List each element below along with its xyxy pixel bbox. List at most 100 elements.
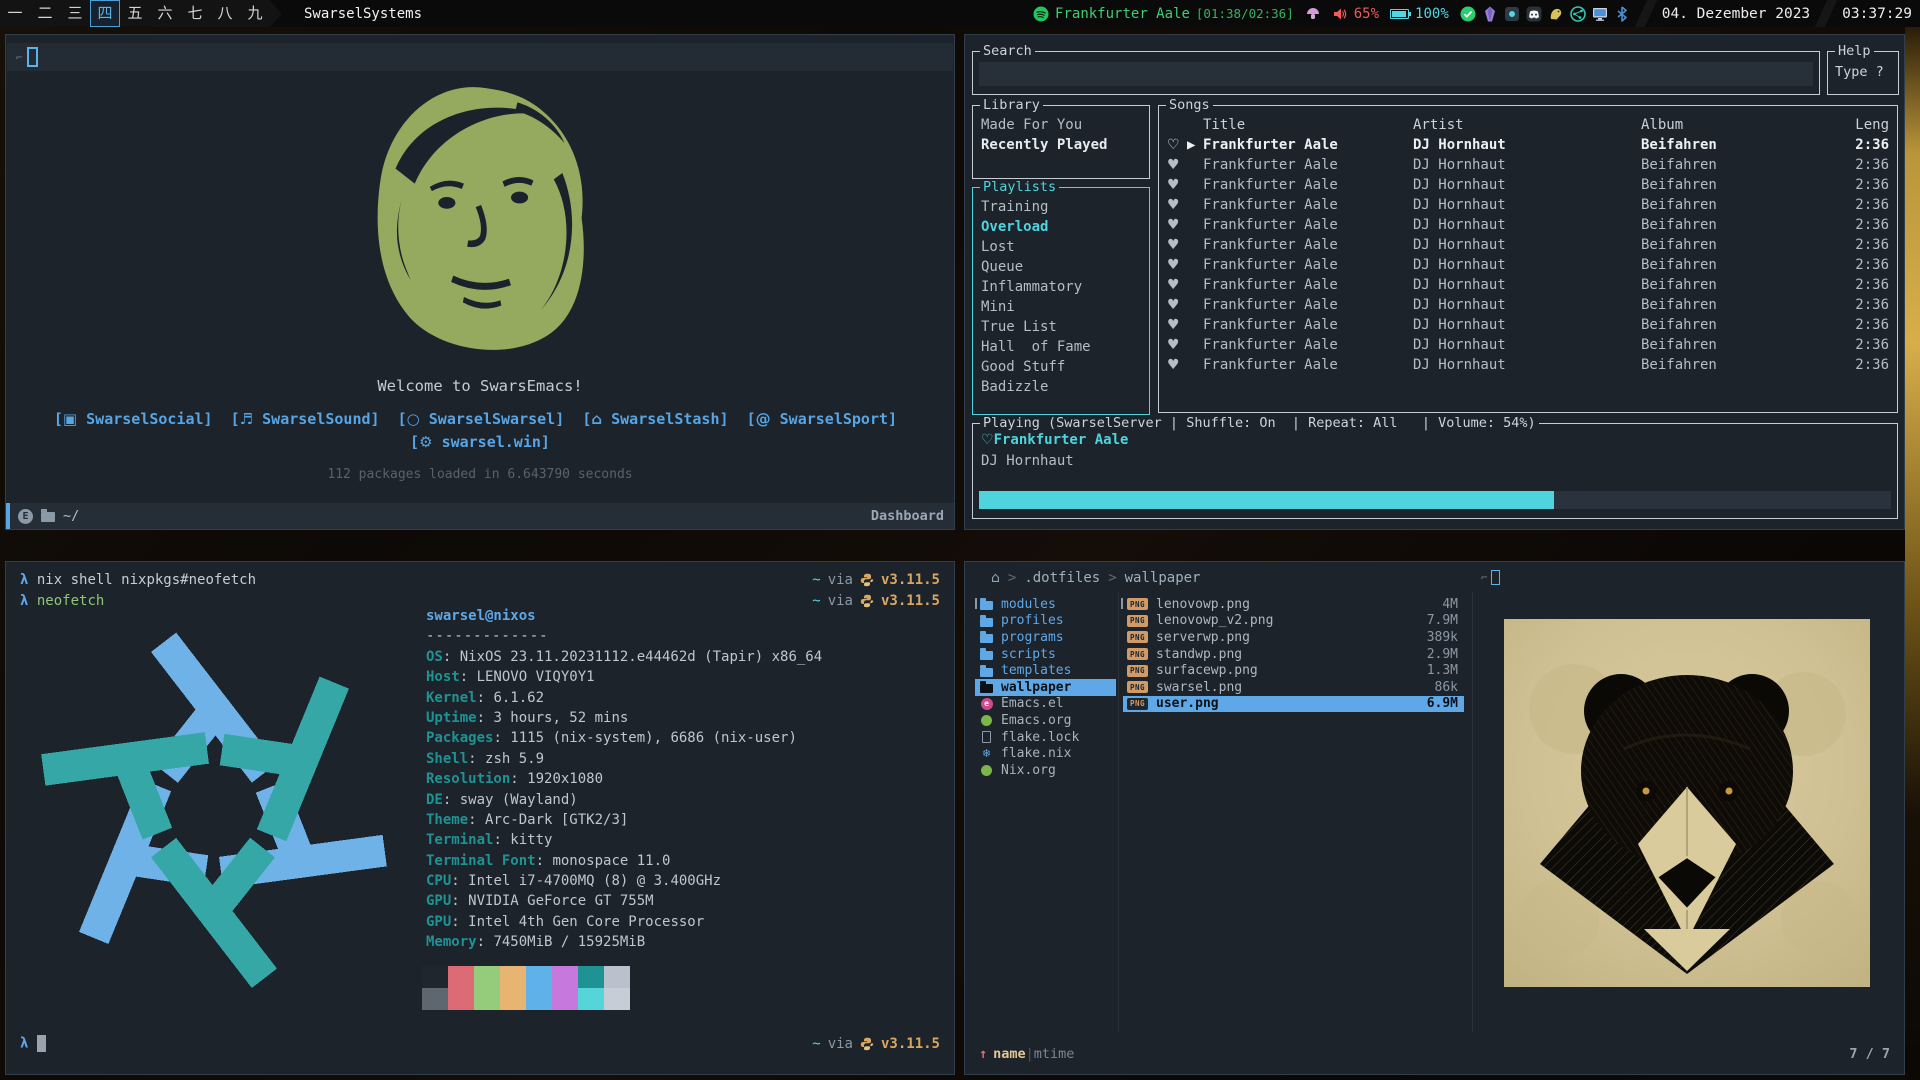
workspace-button[interactable]: 九 xyxy=(240,0,270,27)
emacs-window[interactable]: ⌐ Welcome to SwarsEmacs! [▣ SwarselSocia… xyxy=(5,34,955,530)
home-icon[interactable]: ⌂ xyxy=(991,570,1000,586)
syncthing-tray-icon[interactable] xyxy=(1570,6,1586,22)
battery-widget[interactable]: 100% xyxy=(1390,6,1449,22)
workspace-button[interactable]: 二 xyxy=(30,0,60,27)
directory-entry[interactable]: wallpaper xyxy=(975,679,1116,696)
workspace-button[interactable]: 八 xyxy=(210,0,240,27)
heart-icon[interactable]: ♥ xyxy=(1167,177,1187,193)
playlist-item[interactable]: Inflammatory xyxy=(981,277,1145,297)
file-entry[interactable]: PNG lenovowp_v2.png 7.9M xyxy=(1123,613,1464,630)
heart-icon[interactable]: ♥ xyxy=(1167,157,1187,173)
workspace-button[interactable]: 五 xyxy=(120,0,150,27)
song-row[interactable]: ♥ Frankfurter Aale DJ Hornhaut Beifahren… xyxy=(1167,175,1889,195)
dashboard-link[interactable]: [♬ SwarselSound] xyxy=(231,410,389,428)
dashboard-link[interactable]: [○ SwarselSwarsel] xyxy=(398,410,574,428)
fringe-indicator-icon: ⌐ xyxy=(1481,571,1488,584)
heart-icon[interactable]: ♥ xyxy=(1167,317,1187,333)
seek-bar[interactable] xyxy=(979,491,1891,509)
directory-entry[interactable]: flake.lock xyxy=(975,729,1116,746)
file-entry[interactable]: PNG swarsel.png 86k xyxy=(1123,679,1464,696)
sort-ascending-icon[interactable]: ↑ xyxy=(979,1046,987,1062)
directory-entry[interactable]: templates xyxy=(975,662,1116,679)
file-entry[interactable]: PNG lenovowp.png 4M xyxy=(1123,596,1464,613)
song-row[interactable]: ♥ Frankfurter Aale DJ Hornhaut Beifahren… xyxy=(1167,255,1889,275)
discord-tray-icon[interactable] xyxy=(1526,6,1542,22)
dashboard-link[interactable]: [▣ SwarselSocial] xyxy=(54,410,222,428)
heart-icon[interactable]: ♥ xyxy=(1167,277,1187,293)
workspace-button[interactable]: 三 xyxy=(60,0,90,27)
vault-tray-icon[interactable] xyxy=(1504,6,1520,22)
now-playing-widget[interactable]: Frankfurter Aale [01:38/02:36] xyxy=(1033,6,1294,22)
file-manager-window[interactable]: ⌂ > .dotfiles > wallpaper ⌐ modules prof… xyxy=(964,561,1905,1075)
file-entry[interactable]: PNG user.png 6.9M xyxy=(1123,696,1464,713)
search-input[interactable] xyxy=(979,62,1813,86)
song-row[interactable]: ♥ Frankfurter Aale DJ Hornhaut Beifahren… xyxy=(1167,275,1889,295)
playlist-item[interactable]: True List xyxy=(981,317,1145,337)
dashboard-link[interactable]: [@ SwarselSport] xyxy=(747,410,907,428)
display-tray-icon[interactable] xyxy=(1592,6,1608,22)
playlist-item[interactable]: Badizzle xyxy=(981,377,1145,397)
heart-icon[interactable]: ♥ xyxy=(1167,197,1187,213)
terminal-window[interactable]: λ nix shell nixpkgs#neofetch ~ via v3.11… xyxy=(5,561,955,1075)
dashboard-link[interactable]: [⌂ SwarselStash] xyxy=(582,410,737,428)
heart-icon[interactable]: ♡ xyxy=(981,432,994,448)
purple-crystal-tray-icon[interactable] xyxy=(1482,6,1498,22)
breadcrumb-wallpaper[interactable]: wallpaper xyxy=(1125,570,1201,586)
heart-icon[interactable]: ♡ xyxy=(1167,137,1187,153)
heart-icon[interactable]: ♥ xyxy=(1167,337,1187,353)
playlist-item[interactable]: Hall of Fame xyxy=(981,337,1145,357)
directory-entry[interactable]: scripts xyxy=(975,646,1116,663)
directory-entry[interactable]: profiles xyxy=(975,613,1116,630)
directory-entry[interactable]: e Emacs.el xyxy=(975,696,1116,713)
heart-icon[interactable]: ♥ xyxy=(1167,357,1187,373)
heart-icon[interactable]: ♥ xyxy=(1167,297,1187,313)
breadcrumb-dotfiles[interactable]: .dotfiles xyxy=(1024,570,1100,586)
library-item[interactable]: Made For You xyxy=(981,115,1145,135)
song-row[interactable]: ♥ Frankfurter Aale DJ Hornhaut Beifahren… xyxy=(1167,295,1889,315)
dashboard-link[interactable]: [⚙ swarsel.win] xyxy=(410,433,550,451)
workspace-button[interactable]: 六 xyxy=(150,0,180,27)
song-length: 2:36 xyxy=(1837,237,1889,253)
directory-entry[interactable]: ❄ flake.nix xyxy=(975,745,1116,762)
yellow-pet-tray-icon[interactable] xyxy=(1548,6,1564,22)
workspace-button[interactable]: 七 xyxy=(180,0,210,27)
workspace-button[interactable]: 一 xyxy=(0,0,30,27)
directory-entry[interactable]: modules xyxy=(975,596,1116,613)
directory-entry[interactable]: Nix.org xyxy=(975,762,1116,779)
playlist-item[interactable]: Queue xyxy=(981,257,1145,277)
song-row[interactable]: ♥ Frankfurter Aale DJ Hornhaut Beifahren… xyxy=(1167,195,1889,215)
check-circle-tray-icon[interactable] xyxy=(1460,6,1476,22)
file-entry[interactable]: PNG surfacewp.png 1.3M xyxy=(1123,662,1464,679)
playlist-item[interactable]: Training xyxy=(981,197,1145,217)
song-row[interactable]: ♥ Frankfurter Aale DJ Hornhaut Beifahren… xyxy=(1167,315,1889,335)
playlist-item[interactable]: Overload xyxy=(981,217,1145,237)
column-length: Leng xyxy=(1837,117,1889,133)
music-player-window[interactable]: Search Help Type ? Library Made For You … xyxy=(964,34,1905,530)
playlist-item[interactable]: Good Stuff xyxy=(981,357,1145,377)
song-row[interactable]: ♥ Frankfurter Aale DJ Hornhaut Beifahren… xyxy=(1167,335,1889,355)
sort-alt-key[interactable]: mtime xyxy=(1034,1046,1075,1062)
file-entry[interactable]: PNG standwp.png 2.9M xyxy=(1123,646,1464,663)
heart-icon[interactable]: ♥ xyxy=(1167,217,1187,233)
library-item[interactable]: Recently Played xyxy=(981,135,1145,155)
volume-widget[interactable]: 65% xyxy=(1332,6,1379,22)
neofetch-value: Arc-Dark [GTK2/3] xyxy=(485,812,628,828)
directory-entry[interactable]: Emacs.org xyxy=(975,712,1116,729)
song-row[interactable]: ♥ Frankfurter Aale DJ Hornhaut Beifahren… xyxy=(1167,215,1889,235)
heart-icon[interactable]: ♥ xyxy=(1167,237,1187,253)
playlist-item[interactable]: Mini xyxy=(981,297,1145,317)
song-row[interactable]: ♥ Frankfurter Aale DJ Hornhaut Beifahren… xyxy=(1167,355,1889,375)
sort-key[interactable]: name xyxy=(993,1046,1026,1062)
mushroom-icon[interactable] xyxy=(1305,6,1321,22)
song-row[interactable]: ♡ ▶ Frankfurter Aale DJ Hornhaut Beifahr… xyxy=(1167,135,1889,155)
workspace-button[interactable]: 四 xyxy=(90,0,120,27)
song-row[interactable]: ♥ Frankfurter Aale DJ Hornhaut Beifahren… xyxy=(1167,155,1889,175)
file-entry[interactable]: PNG serverwp.png 389k xyxy=(1123,629,1464,646)
bluetooth-tray-icon[interactable] xyxy=(1614,6,1630,22)
directory-entry[interactable]: programs xyxy=(975,629,1116,646)
playlist-item[interactable]: Lost xyxy=(981,237,1145,257)
palette-swatch xyxy=(422,966,448,988)
song-row[interactable]: ♥ Frankfurter Aale DJ Hornhaut Beifahren… xyxy=(1167,235,1889,255)
heart-icon[interactable]: ♥ xyxy=(1167,257,1187,273)
shell-prompt-line[interactable]: λ ~ via v3.11.5 xyxy=(20,1035,940,1052)
